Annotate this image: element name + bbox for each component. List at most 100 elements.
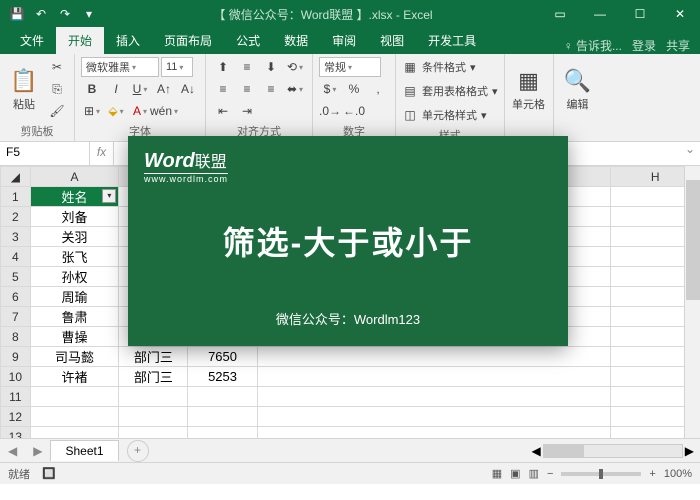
cell-styles-button[interactable]: ◫单元格样式 ▾ [402,105,487,125]
fx-icon[interactable]: fx [90,142,114,165]
align-bottom-icon[interactable]: ⬇ [260,57,282,77]
cell[interactable] [257,347,611,367]
cell[interactable]: 部门三 [119,367,188,387]
border-button[interactable]: ⊞ [81,101,103,121]
copy-icon[interactable]: ⎘ [46,79,68,99]
cell[interactable]: 孙权 [30,267,119,287]
sheet-nav-next-icon[interactable]: ▶ [25,444,50,458]
merge-button[interactable]: ⬌ [284,79,306,99]
hscroll-right-icon[interactable]: ▶ [685,444,694,458]
indent-inc-icon[interactable]: ⇥ [236,101,258,121]
font-color-button[interactable]: A [129,101,151,121]
hscroll-left-icon[interactable]: ◀ [532,444,541,458]
tab-layout[interactable]: 页面布局 [152,27,224,54]
sheet-tab[interactable]: Sheet1 [50,440,118,461]
sheet-nav-prev-icon[interactable]: ◀ [0,444,25,458]
cell[interactable]: 5253 [188,367,257,387]
horizontal-scrollbar[interactable] [543,444,683,458]
maximize-icon[interactable]: ☐ [620,0,660,28]
zoom-level[interactable]: 100% [664,468,692,480]
row-header[interactable]: 12 [1,407,31,427]
row-header[interactable]: 13 [1,427,31,439]
editing-button[interactable]: 🔍编辑 [560,57,596,121]
tab-formula[interactable]: 公式 [224,27,272,54]
fill-color-button[interactable]: ⬙ [105,101,127,121]
cell[interactable]: 张飞 [30,247,119,267]
cell[interactable]: 姓名▾ [30,187,119,207]
dec-decimal-icon[interactable]: ←.0 [343,101,365,121]
number-format-select[interactable]: 常规 [319,57,381,77]
format-painter-icon[interactable]: 🖌 [46,101,68,121]
cell[interactable]: 7650 [188,347,257,367]
italic-button[interactable]: I [105,79,127,99]
phonetic-button[interactable]: wén [153,101,175,121]
cell[interactable]: 司马懿 [30,347,119,367]
table-format-button[interactable]: ▤套用表格格式 ▾ [402,81,498,101]
align-middle-icon[interactable]: ≡ [236,57,258,77]
expand-formula-icon[interactable]: ⌄ [680,142,700,165]
row-header[interactable]: 11 [1,387,31,407]
conditional-format-button[interactable]: ▦条件格式 ▾ [402,57,476,77]
tab-review[interactable]: 审阅 [320,27,368,54]
view-pagebreak-icon[interactable]: ▥ [529,467,539,480]
underline-button[interactable]: U [129,79,151,99]
add-sheet-button[interactable]: + [127,440,149,462]
currency-icon[interactable]: $ [319,79,341,99]
share-button[interactable]: 共享 [666,37,690,54]
tab-file[interactable]: 文件 [8,27,56,54]
percent-icon[interactable]: % [343,79,365,99]
hscroll-thumb[interactable] [544,445,584,457]
tab-view[interactable]: 视图 [368,27,416,54]
tab-dev[interactable]: 开发工具 [416,27,488,54]
inc-decimal-icon[interactable]: .0→ [319,101,341,121]
row-header[interactable]: 1 [1,187,31,207]
comma-icon[interactable]: , [367,79,389,99]
row-header[interactable]: 8 [1,327,31,347]
cell[interactable]: 部门三 [119,347,188,367]
save-icon[interactable]: 💾 [10,7,24,21]
login-link[interactable]: 登录 [632,37,656,54]
indent-dec-icon[interactable]: ⇤ [212,101,234,121]
row-header[interactable]: 4 [1,247,31,267]
scroll-thumb[interactable] [686,180,700,300]
zoom-slider[interactable] [561,472,641,476]
vertical-scrollbar[interactable] [684,166,700,438]
tell-me[interactable]: ♀ 告诉我... [564,37,622,54]
tab-data[interactable]: 数据 [272,27,320,54]
close-icon[interactable]: ✕ [660,0,700,28]
select-all-corner[interactable]: ◢ [1,167,31,187]
cell[interactable]: 刘备 [30,207,119,227]
align-top-icon[interactable]: ⬆ [212,57,234,77]
cell[interactable]: 曹操 [30,327,119,347]
minimize-icon[interactable]: — [580,0,620,28]
filter-button[interactable]: ▾ [102,189,116,203]
cell[interactable]: 鲁肃 [30,307,119,327]
tab-insert[interactable]: 插入 [104,27,152,54]
zoom-in-icon[interactable]: + [649,468,655,480]
ribbon-options-icon[interactable]: ▭ [540,0,580,28]
tab-home[interactable]: 开始 [56,27,104,54]
cell[interactable]: 关羽 [30,227,119,247]
cell[interactable]: 周瑜 [30,287,119,307]
name-box[interactable]: F5 [0,142,90,165]
grow-font-icon[interactable]: A↑ [153,79,175,99]
undo-icon[interactable]: ↶ [34,7,48,21]
cell[interactable]: 许褚 [30,367,119,387]
align-left-icon[interactable]: ≡ [212,79,234,99]
zoom-out-icon[interactable]: − [547,468,553,480]
col-header-a[interactable]: A [30,167,119,187]
view-layout-icon[interactable]: ▣ [510,467,520,480]
orientation-icon[interactable]: ⟲ [284,57,306,77]
align-right-icon[interactable]: ≡ [260,79,282,99]
redo-icon[interactable]: ↷ [58,7,72,21]
row-header[interactable]: 5 [1,267,31,287]
cut-icon[interactable]: ✂ [46,57,68,77]
font-size-select[interactable]: 11 [161,57,193,77]
row-header[interactable]: 9 [1,347,31,367]
align-center-icon[interactable]: ≡ [236,79,258,99]
row-header[interactable]: 6 [1,287,31,307]
cell[interactable] [257,367,611,387]
cells-button[interactable]: ▦单元格 [511,57,547,121]
row-header[interactable]: 3 [1,227,31,247]
paste-button[interactable]: 📋粘贴 [6,57,42,121]
